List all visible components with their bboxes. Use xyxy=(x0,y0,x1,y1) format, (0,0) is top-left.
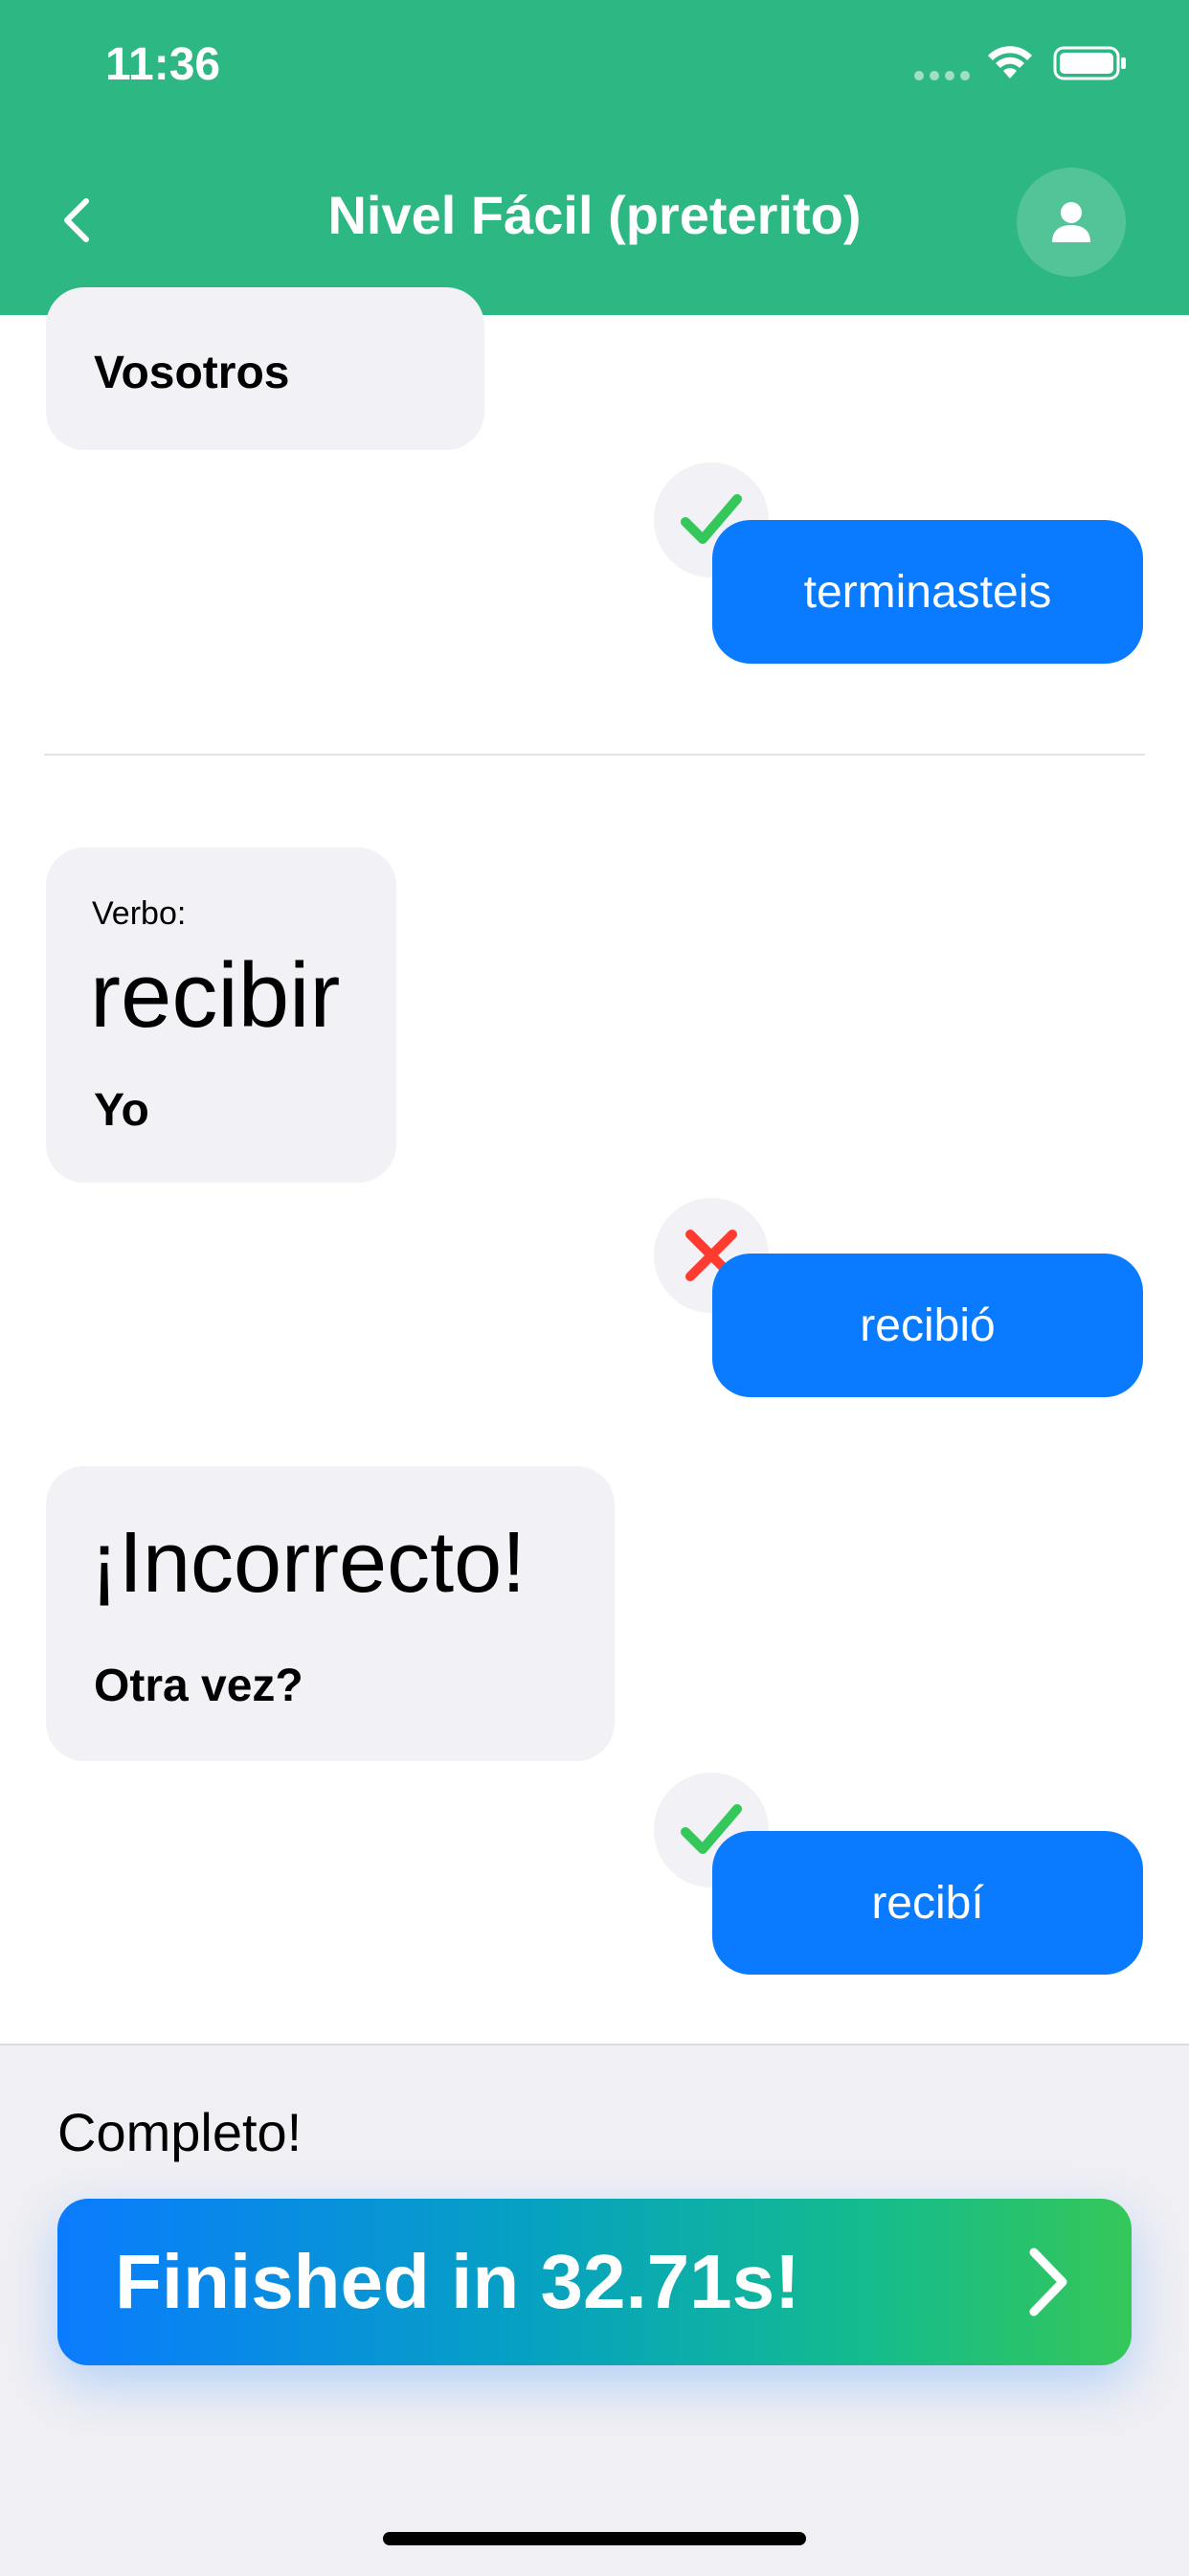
finish-button[interactable]: Finished in 32.71s! xyxy=(57,2199,1132,2365)
feedback-bubble: ¡Incorrecto! Otra vez? xyxy=(46,1466,615,1761)
prompt-pronoun: Vosotros xyxy=(94,348,290,398)
back-button[interactable] xyxy=(48,192,105,249)
home-indicator xyxy=(383,2532,806,2545)
prompt-bubble: Verbo: recibir Yo xyxy=(46,847,396,1183)
wifi-icon xyxy=(988,46,1032,79)
answer-bubble: recibí xyxy=(712,1831,1143,1975)
nav-header: 11:36 Nivel Fácil (preterito) xyxy=(0,0,1189,315)
page-title: Nivel Fácil (preterito) xyxy=(327,185,862,245)
person-icon xyxy=(1052,202,1090,242)
feedback-subtitle: Otra vez? xyxy=(94,1661,303,1711)
prompt-bubble-previous: Vosotros xyxy=(46,287,484,450)
feedback-title: ¡Incorrecto! xyxy=(90,1515,527,1611)
answer-bubble: terminasteis xyxy=(712,520,1143,664)
pronoun-text: Yo xyxy=(94,1085,149,1136)
verb-label: Verbo: xyxy=(92,895,187,932)
chevron-right-icon xyxy=(1029,2248,1067,2316)
profile-button[interactable] xyxy=(1017,168,1126,277)
status-time: 11:36 xyxy=(105,39,221,90)
divider xyxy=(44,754,1145,756)
complete-label: Completo! xyxy=(57,2102,303,2162)
battery-icon xyxy=(1053,46,1126,80)
finish-text: Finished in 32.71s! xyxy=(115,2239,800,2324)
answer-bubble: recibió xyxy=(712,1254,1143,1397)
chevron-left-icon xyxy=(64,198,89,242)
verb-text: recibir xyxy=(90,944,341,1047)
signal-icon xyxy=(914,71,970,80)
